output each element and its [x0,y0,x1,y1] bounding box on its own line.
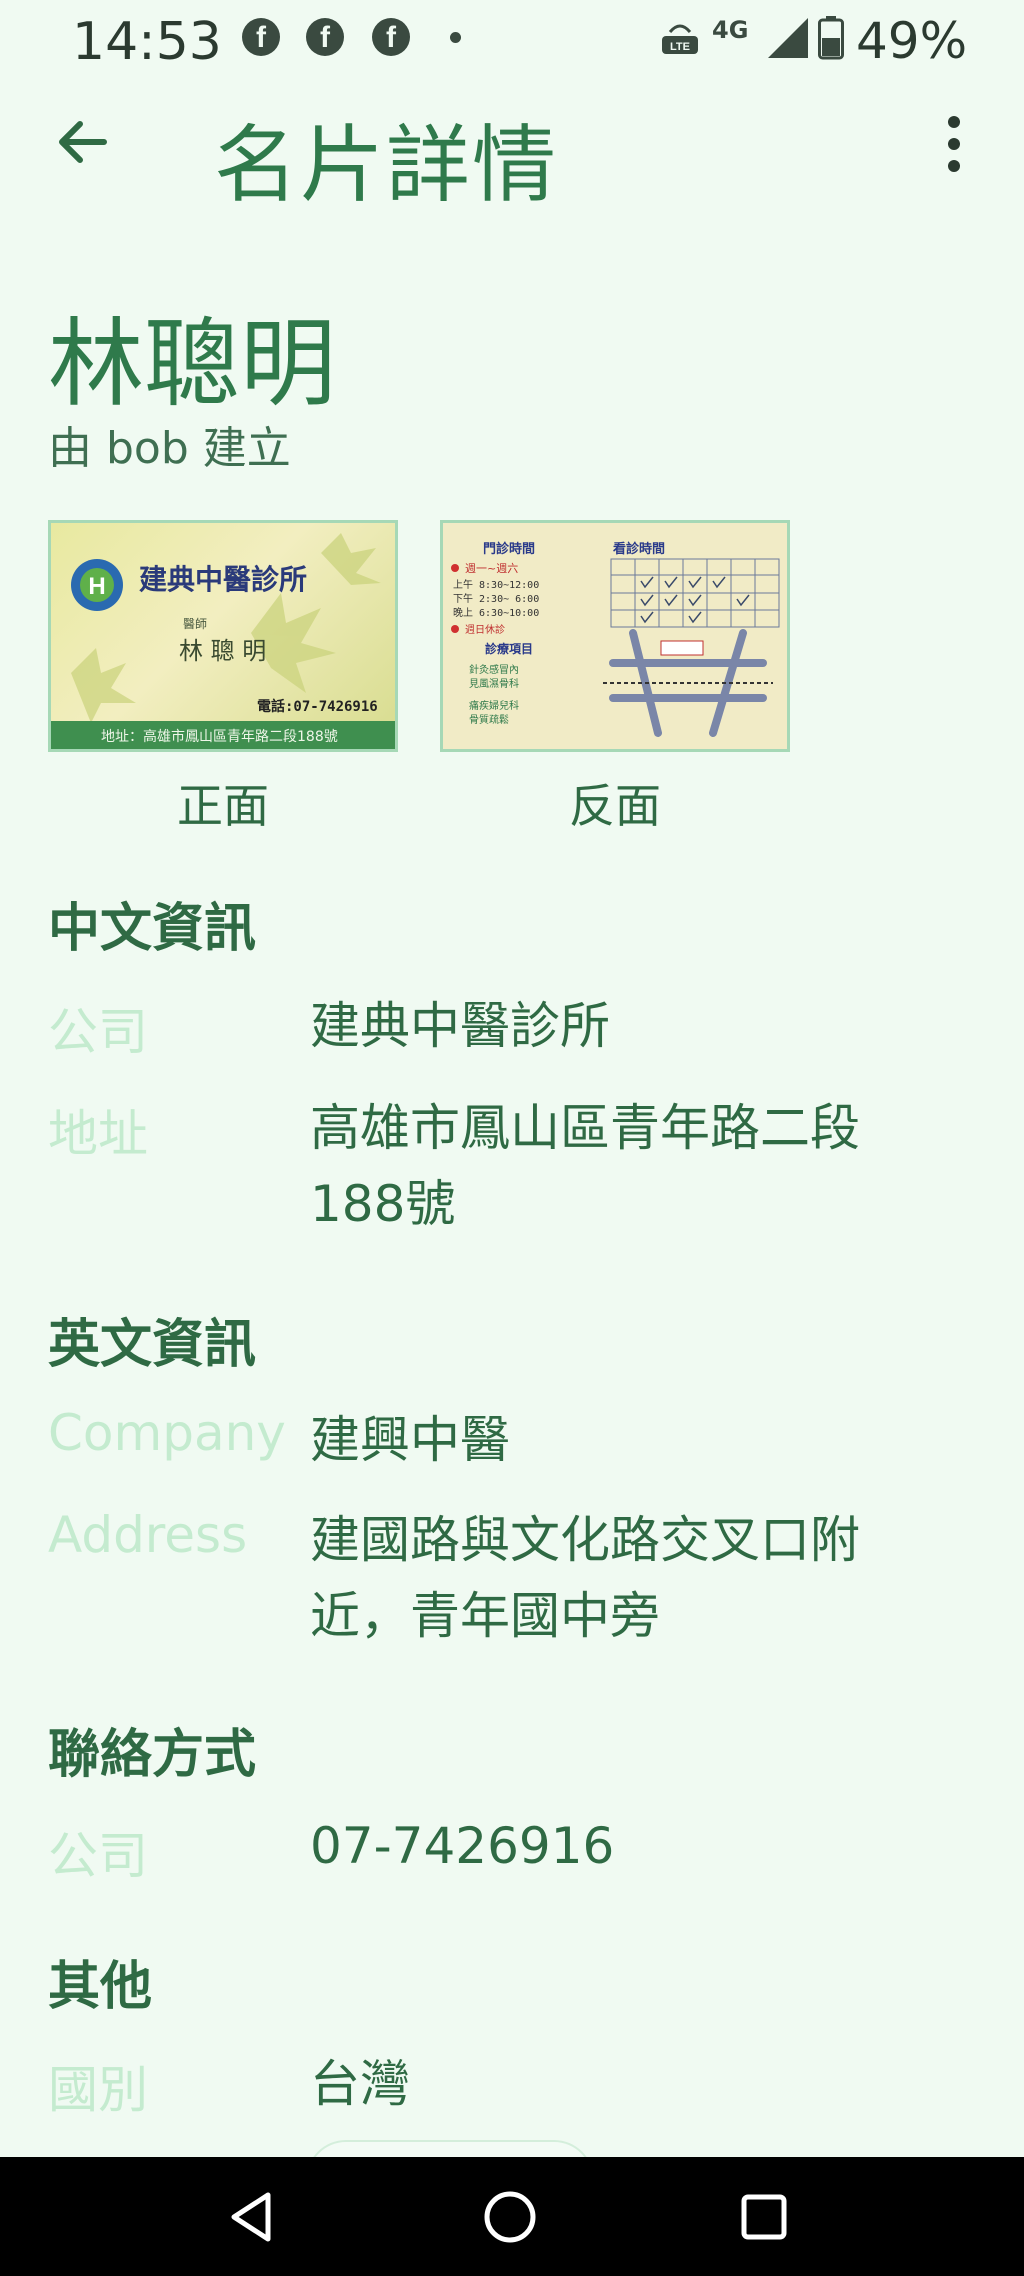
contact-company-label: 公司 [48,1827,148,1885]
english-company-label: Company [48,1404,286,1462]
back-visit-title: 看診時間 [613,541,665,557]
back-weekdays: 週一~週六 [465,562,518,575]
section-title-english: 英文資訊 [48,1315,257,1375]
back-holiday: 週日休診 [465,623,505,636]
front-role: 醫師 [183,617,207,631]
english-address-label: Address [48,1506,248,1564]
section-title-chinese: 中文資訊 [48,899,257,959]
card-back-caption: 反面 [569,779,661,833]
card-front-image[interactable]: H 建典中醫診所 醫師 林 聰 明 電話:07-7426916 地址：高雄市鳳山… [48,520,398,752]
status-bar: 14:53 f f f LTE 4G 49% [0,0,1024,80]
chinese-company-value: 建典中醫診所 [310,997,610,1055]
back-hours-title: 門診時間 [483,541,535,557]
section-title-contact: 聯絡方式 [48,1725,257,1785]
chinese-address-label: 地址 [48,1105,148,1163]
chinese-address-value: 高雄市鳳山區青年路二段188號 [310,1099,860,1233]
english-address-value: 建國路與文化路交叉口附近，青年國中旁 [310,1511,860,1645]
battery-icon [818,16,844,60]
card-back-illustration: 門診時間 看診時間 週一~週六 上午 8:30~12:00 下午 2:30~ 6… [443,523,787,749]
page-title: 名片詳情 [214,116,559,214]
system-nav-bar [0,2157,1024,2276]
back-hours-2: 下午 2:30~ 6:00 [453,592,539,605]
svg-text:H: H [88,573,105,600]
english-company-value: 建興中醫 [310,1411,510,1469]
facebook-icon: f [372,18,410,56]
facebook-icon: f [242,18,280,56]
battery-percentage: 49% [856,12,968,70]
back-services-title: 診療項目 [485,641,533,656]
more-vert-icon[interactable] [934,112,974,176]
back-service-3: 痛疾婦兒科 [469,699,519,712]
back-triangle-icon[interactable] [222,2185,286,2249]
facebook-icon: f [306,18,344,56]
creator-label: 由 bob 建立 [48,423,291,474]
card-front-caption: 正面 [177,779,269,833]
card-back-image[interactable]: 門診時間 看診時間 週一~週六 上午 8:30~12:00 下午 2:30~ 6… [440,520,790,752]
volte-icon: LTE [662,24,698,54]
svg-text:LTE: LTE [670,41,690,53]
network-type: 4G [712,16,749,44]
front-address: 地址：高雄市鳳山區青年路二段188號 [101,728,338,745]
contact-name: 林聰明 [48,308,336,420]
home-circle-icon[interactable] [478,2185,542,2249]
front-phone: 電話:07-7426916 [257,698,378,715]
back-hours-1: 上午 8:30~12:00 [453,578,539,591]
front-clinic-name: 建典中醫診所 [139,563,307,596]
back-arrow-icon[interactable] [54,112,114,172]
section-title-other: 其他 [48,1957,153,2017]
back-service-1: 針灸感冒內 [469,663,519,676]
status-time: 14:53 [72,12,222,72]
back-hours-3: 晚上 6:30~10:00 [453,607,539,619]
more-notifications-dot-icon [450,32,461,43]
front-person-name: 林 聰 明 [179,637,266,665]
country-value: 台灣 [310,2055,410,2113]
signal-icon [768,18,808,58]
back-service-4: 骨質疏鬆 [469,713,509,726]
card-front-illustration: H 建典中醫診所 醫師 林 聰 明 電話:07-7426916 地址：高雄市鳳山… [51,533,395,749]
country-label: 國別 [48,2061,148,2119]
back-service-2: 見風濕骨科 [469,677,519,690]
contact-company-phone[interactable]: 07-7426916 [310,1808,950,1884]
chinese-company-label: 公司 [48,1003,148,1061]
recents-square-icon[interactable] [732,2185,796,2249]
